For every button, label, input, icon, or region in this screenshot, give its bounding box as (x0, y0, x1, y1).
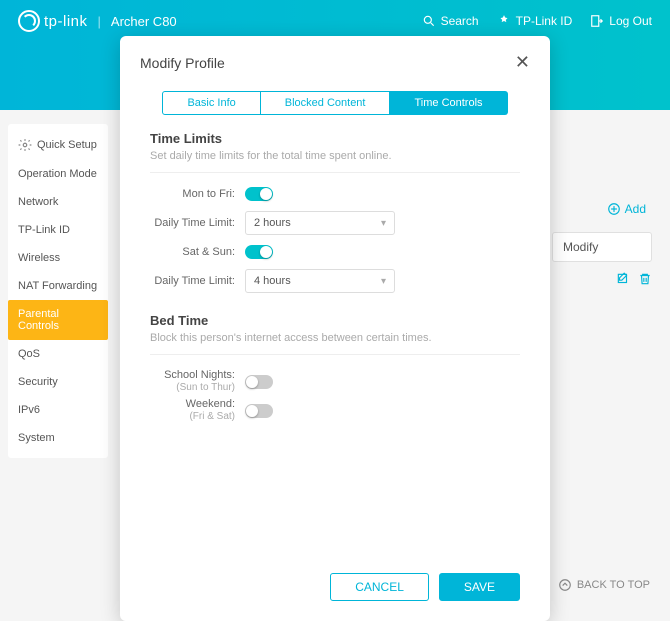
search-icon (422, 14, 436, 28)
daily-limit-weekend-label: Daily Time Limit: (150, 275, 245, 287)
daily-limit-weekend-select[interactable]: 4 hours ▾ (245, 269, 395, 293)
sidebar-item-wireless[interactable]: Wireless (8, 244, 108, 272)
arrow-up-circle-icon (558, 578, 572, 592)
modal-title: Modify Profile (140, 55, 225, 71)
plus-circle-icon (607, 202, 621, 216)
cloud-icon (497, 14, 511, 28)
weekend-toggle[interactable] (245, 404, 273, 418)
sidebar-item-tplink-id[interactable]: TP-Link ID (8, 216, 108, 244)
sidebar-item-parental-controls[interactable]: Parental Controls (8, 300, 108, 340)
model-name: Archer C80 (111, 14, 177, 29)
daily-limit-weekday-select[interactable]: 2 hours ▾ (245, 211, 395, 235)
chevron-down-icon: ▾ (381, 276, 386, 287)
save-button[interactable]: SAVE (439, 573, 520, 601)
time-limits-subtitle: Set daily time limits for the total time… (150, 150, 520, 173)
weekend-label: Weekend: (150, 398, 235, 411)
tab-basic-info[interactable]: Basic Info (162, 91, 260, 115)
logout-link[interactable]: Log Out (590, 14, 652, 28)
sidebar-item-ipv6[interactable]: IPv6 (8, 396, 108, 424)
trash-icon[interactable] (638, 272, 652, 286)
brand-logo: tp-link (18, 10, 88, 32)
modify-profile-modal: Modify Profile ✕ Basic Info Blocked Cont… (120, 36, 550, 621)
mon-fri-label: Mon to Fri: (150, 188, 245, 200)
daily-limit-weekday-label: Daily Time Limit: (150, 217, 245, 229)
time-limits-title: Time Limits (150, 131, 520, 146)
logout-icon (590, 14, 604, 28)
bed-time-title: Bed Time (150, 313, 520, 328)
modify-header: Modify (552, 232, 652, 262)
sat-sun-label: Sat & Sun: (150, 246, 245, 258)
tplink-logo-icon (18, 10, 40, 32)
weekend-sublabel: (Fri & Sat) (150, 411, 235, 423)
add-button[interactable]: Add (552, 196, 652, 222)
sidebar: Quick Setup Operation Mode Network TP-Li… (8, 124, 108, 458)
sidebar-item-operation-mode[interactable]: Operation Mode (8, 160, 108, 188)
sidebar-item-system[interactable]: System (8, 424, 108, 452)
gear-icon (18, 138, 32, 152)
sidebar-item-nat-forwarding[interactable]: NAT Forwarding (8, 272, 108, 300)
search-link[interactable]: Search (422, 14, 479, 28)
school-nights-sublabel: (Sun to Thur) (150, 382, 235, 394)
bed-time-subtitle: Block this person's internet access betw… (150, 332, 520, 355)
mon-fri-toggle[interactable] (245, 187, 273, 201)
sidebar-item-network[interactable]: Network (8, 188, 108, 216)
tab-blocked-content[interactable]: Blocked Content (261, 91, 391, 115)
back-to-top-link[interactable]: BACK TO TOP (558, 578, 650, 592)
close-icon[interactable]: ✕ (515, 52, 530, 73)
tab-time-controls[interactable]: Time Controls (390, 91, 507, 115)
school-nights-label: School Nights: (150, 369, 235, 382)
brand-text: tp-link (44, 13, 88, 30)
edit-icon[interactable] (616, 272, 630, 286)
tplink-id-link[interactable]: TP-Link ID (497, 14, 573, 28)
sidebar-item-security[interactable]: Security (8, 368, 108, 396)
sidebar-item-qos[interactable]: QoS (8, 340, 108, 368)
sat-sun-toggle[interactable] (245, 245, 273, 259)
sidebar-item-quick-setup[interactable]: Quick Setup (8, 130, 108, 160)
cancel-button[interactable]: CANCEL (330, 573, 429, 601)
modal-tabs: Basic Info Blocked Content Time Controls (140, 91, 530, 115)
school-nights-toggle[interactable] (245, 375, 273, 389)
chevron-down-icon: ▾ (381, 218, 386, 229)
